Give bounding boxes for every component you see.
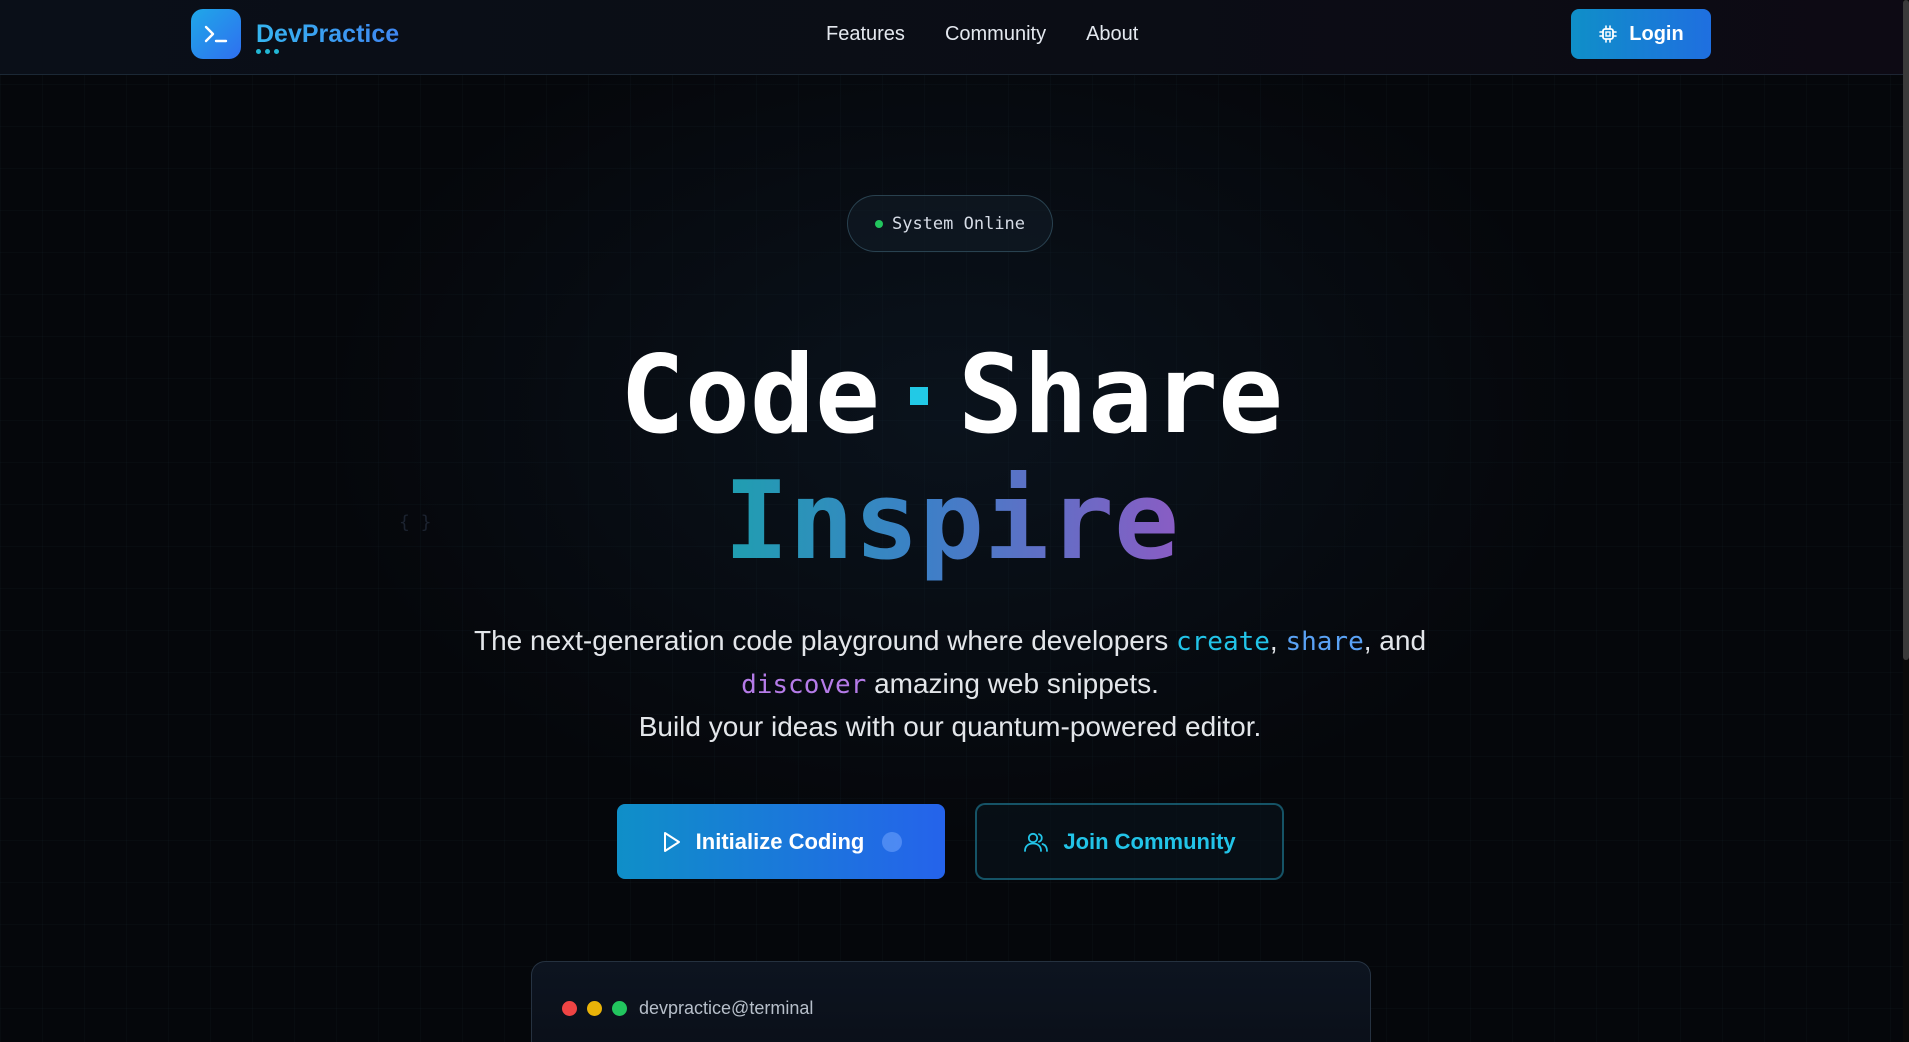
users-icon [1024,832,1049,852]
keyword-share: share [1285,627,1364,657]
status-online-dot-icon [874,219,883,228]
status-text: System Online [891,213,1026,234]
desc-part-2: , and [1363,625,1427,656]
nav-link-features[interactable]: Features [826,23,905,46]
pulse-indicator-icon [882,831,903,852]
desc-line-3: Build your ideas with our quantum-powere… [638,711,1262,742]
terminal-prompt-icon [191,9,241,59]
scrollbar-thumb[interactable] [1903,0,1909,660]
hero-separator-dot-icon [909,387,928,405]
hero-word-inspire: Inspire [723,459,1180,584]
hero-word-share: Share [957,333,1284,458]
keyword-discover: discover [741,670,867,700]
brand-dots [256,49,279,54]
hero-title-line-1: Code Share [0,336,1903,456]
terminal-preview-window: devpractice@terminal [531,961,1371,1042]
brand-logo[interactable]: DevPractice [191,9,399,59]
keyword-create: create [1175,627,1270,657]
login-button[interactable]: Login [1571,9,1711,59]
terminal-maximize-dot-icon[interactable] [612,1001,627,1016]
terminal-minimize-dot-icon[interactable] [587,1001,602,1016]
hero-title-line-2: Inspire [0,462,1903,582]
play-icon [663,831,680,852]
join-community-label: Join Community [1063,828,1236,854]
terminal-title: devpractice@terminal [639,998,814,1018]
system-status-badge: System Online [847,195,1053,252]
nav-link-community[interactable]: Community [945,23,1046,46]
hero-description: The next-generation code playground wher… [380,620,1520,747]
terminal-title-bar: devpractice@terminal [562,998,813,1019]
terminal-close-dot-icon[interactable] [562,1001,577,1016]
hero-word-code: Code [619,333,880,458]
initialize-coding-label: Initialize Coding [695,828,865,854]
nav-link-about[interactable]: About [1086,23,1138,46]
page-scrollbar[interactable] [1903,0,1909,1042]
desc-part-1: The next-generation code playground wher… [473,625,1176,656]
login-label: Login [1629,22,1684,45]
chip-icon [1599,25,1618,43]
initialize-coding-button[interactable]: Initialize Coding [617,804,945,879]
desc-part-3: amazing web snippets. [866,668,1159,699]
join-community-button[interactable]: Join Community [975,803,1284,880]
brand-name: DevPractice [256,19,400,48]
main-nav: Features Community About [826,23,1138,46]
desc-comma: , [1269,625,1278,656]
top-nav-bar: DevPractice Features Community About Log… [0,0,1903,75]
